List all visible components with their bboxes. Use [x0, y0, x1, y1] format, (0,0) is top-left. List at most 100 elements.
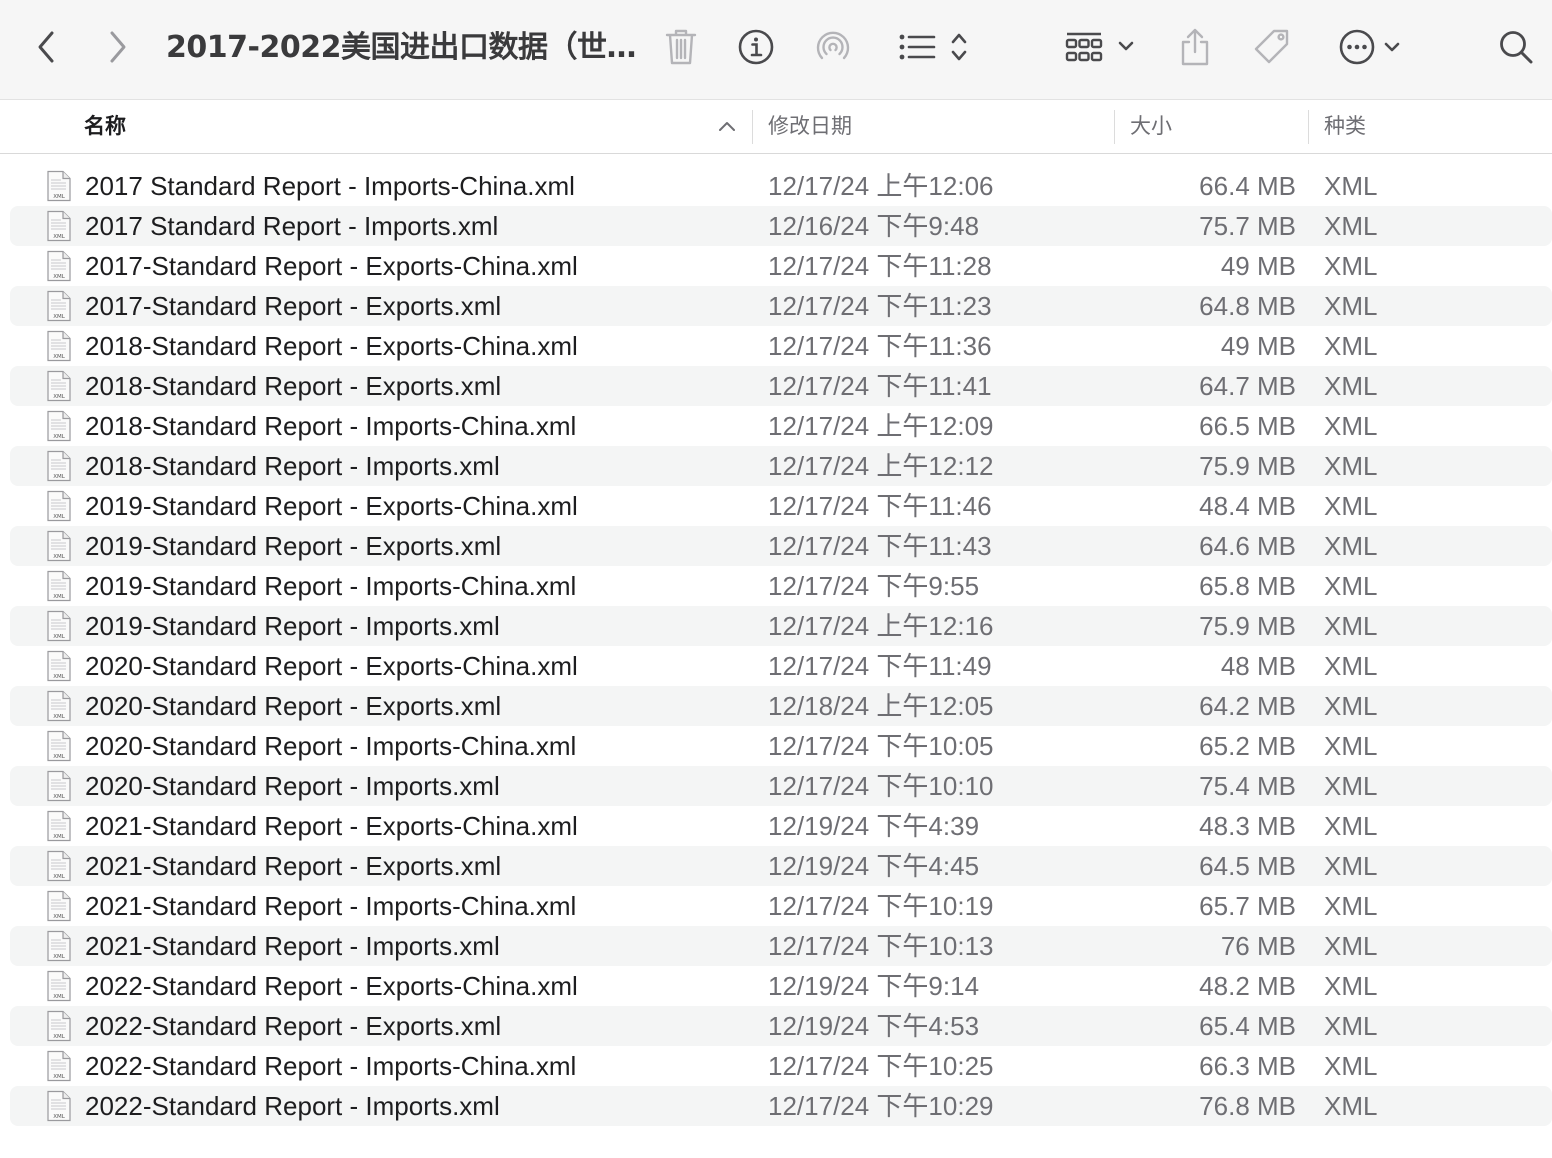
airdrop-icon[interactable]: [810, 24, 856, 70]
xml-file-icon: XML: [46, 770, 72, 806]
svg-text:XML: XML: [53, 394, 66, 400]
svg-text:XML: XML: [53, 754, 66, 760]
xml-file-icon: XML: [46, 570, 72, 606]
file-modified-date: 12/17/24 下午11:36: [768, 331, 992, 361]
sort-ascending-icon[interactable]: [716, 116, 738, 142]
file-row[interactable]: XML 2018-Standard Report - Imports.xml 12/…: [10, 446, 1552, 486]
column-divider[interactable]: [1308, 110, 1309, 144]
file-row[interactable]: XML 2017-Standard Report - Exports.xml 12/…: [10, 286, 1552, 326]
file-size: 65.8 MB: [1199, 571, 1296, 601]
file-name: 2019-Standard Report - Exports.xml: [85, 531, 502, 561]
file-name: 2019-Standard Report - Exports-China.xml: [85, 491, 578, 521]
file-kind: XML: [1324, 571, 1378, 601]
file-name: 2019-Standard Report - Imports-China.xml: [85, 571, 577, 601]
chevron-left-icon[interactable]: [28, 24, 64, 70]
file-size: 48 MB: [1220, 651, 1296, 681]
file-modified-date: 12/17/24 下午10:10: [768, 771, 994, 801]
file-size: 75.4 MB: [1199, 771, 1296, 801]
xml-file-icon: XML: [46, 970, 72, 1006]
file-row[interactable]: XML 2018-Standard Report - Exports-China.…: [10, 326, 1552, 366]
file-modified-date: 12/17/24 下午11:46: [768, 491, 992, 521]
file-modified-date: 12/17/24 下午10:25: [768, 1051, 994, 1081]
file-row[interactable]: XML 2021-Standard Report - Exports.xml 12/…: [10, 846, 1552, 886]
search-icon[interactable]: [1494, 24, 1538, 70]
file-modified-date: 12/17/24 上午12:09: [768, 411, 994, 441]
file-kind: XML: [1324, 651, 1378, 681]
svg-text:XML: XML: [53, 554, 66, 560]
file-row[interactable]: XML 2017 Standard Report - Imports-China.…: [10, 166, 1552, 206]
file-kind: XML: [1324, 211, 1378, 241]
file-name: 2022-Standard Report - Exports-China.xml: [85, 971, 578, 1001]
file-row[interactable]: XML 2017 Standard Report - Imports.xml 12/…: [10, 206, 1552, 246]
xml-file-icon: XML: [46, 370, 72, 406]
file-kind: XML: [1324, 691, 1378, 721]
info-icon[interactable]: [734, 24, 778, 70]
xml-file-icon: XML: [46, 610, 72, 646]
svg-text:XML: XML: [53, 514, 66, 520]
svg-text:XML: XML: [53, 194, 66, 200]
file-row[interactable]: XML 2020-Standard Report - Imports.xml 12/…: [10, 766, 1552, 806]
xml-file-icon: XML: [46, 690, 72, 726]
chevron-right-icon[interactable]: [100, 24, 136, 70]
file-name: 2017-Standard Report - Exports.xml: [85, 291, 502, 321]
file-size: 48.4 MB: [1199, 491, 1296, 521]
svg-text:XML: XML: [53, 914, 66, 920]
file-kind: XML: [1324, 291, 1378, 321]
window-title: 2017-2022美国进出口数据（世…: [166, 30, 636, 65]
file-row[interactable]: XML 2021-Standard Report - Imports.xml 12/…: [10, 926, 1552, 966]
file-row[interactable]: XML 2019-Standard Report - Exports-China.…: [10, 486, 1552, 526]
file-list: XML 2017 Standard Report - Imports-China.…: [0, 166, 1552, 1126]
more-icon[interactable]: [1336, 24, 1414, 70]
file-kind: XML: [1324, 491, 1378, 521]
file-row[interactable]: XML 2019-Standard Report - Imports.xml 12/…: [10, 606, 1552, 646]
file-row[interactable]: XML 2018-Standard Report - Imports-China.…: [10, 406, 1552, 446]
file-row[interactable]: XML 2021-Standard Report - Imports-China.…: [10, 886, 1552, 926]
file-row[interactable]: XML 2022-Standard Report - Imports-China.…: [10, 1046, 1552, 1086]
list-view-icon[interactable]: [894, 24, 974, 70]
file-row[interactable]: XML 2019-Standard Report - Exports.xml 12/…: [10, 526, 1552, 566]
svg-text:XML: XML: [53, 994, 66, 1000]
file-row[interactable]: XML 2021-Standard Report - Exports-China.…: [10, 806, 1552, 846]
file-modified-date: 12/17/24 下午11:43: [768, 531, 992, 561]
svg-text:XML: XML: [53, 674, 66, 680]
xml-file-icon: XML: [46, 450, 72, 486]
file-name: 2022-Standard Report - Exports.xml: [85, 1011, 502, 1041]
column-header-date[interactable]: 修改日期: [768, 100, 852, 153]
file-name: 2020-Standard Report - Imports.xml: [85, 771, 500, 801]
column-divider[interactable]: [752, 110, 753, 144]
file-modified-date: 12/19/24 下午9:14: [768, 971, 980, 1001]
share-icon[interactable]: [1174, 24, 1216, 70]
file-kind: XML: [1324, 411, 1378, 441]
file-kind: XML: [1324, 931, 1378, 961]
file-row[interactable]: XML 2017-Standard Report - Exports-China.…: [10, 246, 1552, 286]
trash-icon[interactable]: [660, 24, 702, 70]
xml-file-icon: XML: [46, 410, 72, 446]
file-kind: XML: [1324, 771, 1378, 801]
xml-file-icon: XML: [46, 1010, 72, 1046]
xml-file-icon: XML: [46, 250, 72, 286]
file-row[interactable]: XML 2020-Standard Report - Exports-China.…: [10, 646, 1552, 686]
tag-icon[interactable]: [1250, 24, 1296, 70]
svg-text:XML: XML: [53, 1034, 66, 1040]
group-icon[interactable]: [1062, 24, 1140, 70]
svg-text:XML: XML: [53, 794, 66, 800]
file-name: 2020-Standard Report - Exports.xml: [85, 691, 502, 721]
file-name: 2021-Standard Report - Exports-China.xml: [85, 811, 578, 841]
column-header-name[interactable]: 名称: [84, 100, 126, 153]
column-header-kind[interactable]: 种类: [1324, 100, 1366, 153]
column-header-size[interactable]: 大小: [1130, 100, 1172, 153]
file-row[interactable]: XML 2022-Standard Report - Exports.xml 12/…: [10, 1006, 1552, 1046]
file-row[interactable]: XML 2020-Standard Report - Exports.xml 12/…: [10, 686, 1552, 726]
file-row[interactable]: XML 2019-Standard Report - Imports-China.…: [10, 566, 1552, 606]
file-modified-date: 12/17/24 下午10:05: [768, 731, 994, 761]
file-size: 76.8 MB: [1199, 1091, 1296, 1121]
file-row[interactable]: XML 2018-Standard Report - Exports.xml 12/…: [10, 366, 1552, 406]
file-modified-date: 12/17/24 下午9:55: [768, 571, 980, 601]
file-kind: XML: [1324, 531, 1378, 561]
column-divider[interactable]: [1114, 110, 1115, 144]
file-row[interactable]: XML 2022-Standard Report - Imports.xml 12/…: [10, 1086, 1552, 1126]
file-row[interactable]: XML 2022-Standard Report - Exports-China.…: [10, 966, 1552, 1006]
file-modified-date: 12/17/24 下午11:41: [768, 371, 992, 401]
file-modified-date: 12/17/24 下午10:19: [768, 891, 994, 921]
file-row[interactable]: XML 2020-Standard Report - Imports-China.…: [10, 726, 1552, 766]
